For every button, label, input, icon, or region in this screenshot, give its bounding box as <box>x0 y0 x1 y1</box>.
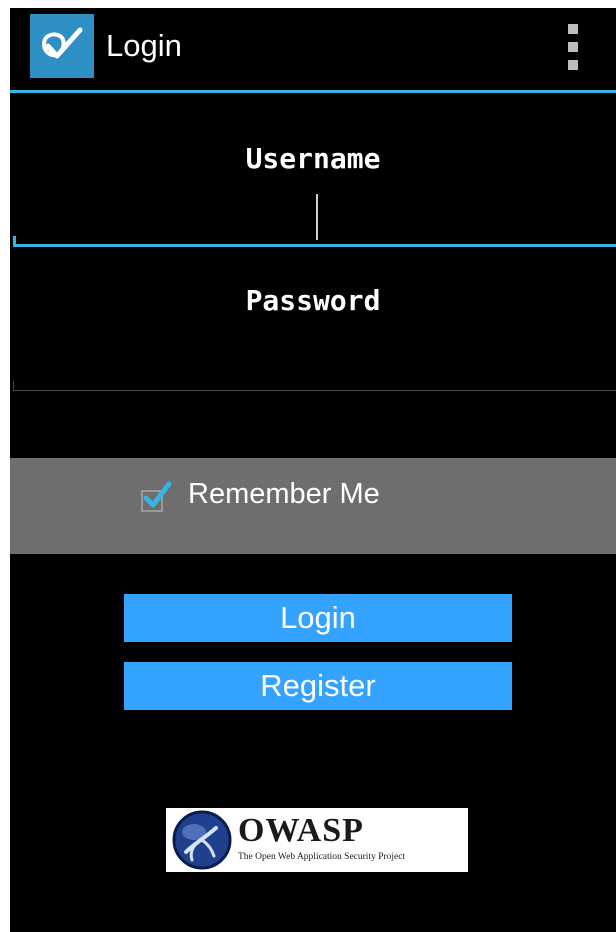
username-field-underline[interactable] <box>13 244 616 247</box>
username-field-edge <box>13 236 16 247</box>
owasp-logo-tagline: The Open Web Application Security Projec… <box>238 852 406 862</box>
login-button[interactable]: Login <box>124 594 512 642</box>
password-field-edge <box>13 382 14 391</box>
action-bar: Login <box>10 8 616 93</box>
remember-me-panel: Remember Me <box>10 458 616 554</box>
password-input[interactable] <box>13 390 616 391</box>
register-button[interactable]: Register <box>124 662 512 710</box>
remember-me-label[interactable]: Remember Me <box>188 478 380 511</box>
remember-me-checkbox[interactable] <box>139 478 173 512</box>
checkmark-icon <box>143 481 172 508</box>
action-bar-divider <box>10 90 616 93</box>
owasp-logo: OWASP The Open Web Application Security … <box>166 808 468 872</box>
owasp-wasp-icon <box>172 810 232 870</box>
app-screen: Login Username Password Remember Me Logi… <box>10 8 616 932</box>
username-label: Username <box>245 142 381 175</box>
owasp-logo-name: OWASP <box>238 812 364 849</box>
overflow-menu-icon[interactable] <box>562 22 586 72</box>
username-input[interactable] <box>316 194 318 240</box>
password-label: Password <box>245 284 381 317</box>
page-title: Login <box>106 28 182 63</box>
check-shield-icon[interactable] <box>30 14 94 78</box>
